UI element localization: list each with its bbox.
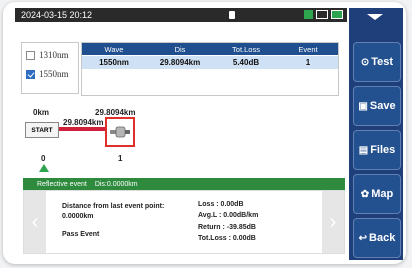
end-distance: 29.8094km bbox=[95, 108, 136, 117]
button-label: Test bbox=[371, 56, 394, 68]
wavelength-selector: 1310nm 1550nm bbox=[21, 42, 79, 94]
start-distance: 0km bbox=[33, 108, 50, 117]
fiber-length: 29.8094km bbox=[63, 118, 104, 127]
button-label: Files bbox=[370, 144, 396, 156]
table-cell: 1 bbox=[305, 58, 311, 67]
column-header: Tot.Loss bbox=[232, 44, 260, 54]
total-loss-value: Tot.Loss : 0.00dB bbox=[198, 235, 256, 242]
event-connector-box[interactable] bbox=[105, 117, 135, 147]
status-bar: 2024-03-15 20:12 bbox=[15, 8, 347, 22]
save-icon: ▣ bbox=[358, 100, 368, 112]
column-header: Wave bbox=[104, 44, 124, 54]
chevron-right-icon: › bbox=[329, 210, 337, 233]
dist-from-last-label: Distance from last event point: bbox=[62, 203, 165, 210]
table-cell: 5.40dB bbox=[232, 58, 260, 67]
event-distance: Dis:0.0000km bbox=[94, 180, 138, 188]
test-button[interactable]: ⊙ Test bbox=[353, 42, 401, 82]
button-label: Save bbox=[369, 100, 396, 112]
button-label: Map bbox=[371, 188, 394, 200]
column-header: Event bbox=[298, 44, 318, 54]
event-detail-panel: ‹ Distance from last event point: 0.0000… bbox=[23, 190, 345, 254]
event-status: Pass Event bbox=[62, 231, 100, 238]
event-info-bar: Reflective event Dis:0.0000km bbox=[23, 178, 345, 190]
start-marker: START bbox=[25, 122, 59, 138]
datetime: 2024-03-15 20:12 bbox=[21, 10, 93, 20]
wavelength-option-1550[interactable]: 1550nm bbox=[26, 69, 69, 79]
target-icon: ⊙ bbox=[360, 56, 370, 68]
button-label: Back bbox=[369, 232, 396, 244]
table-cell: 1550nm bbox=[99, 58, 129, 67]
files-icon: ▤ bbox=[358, 144, 369, 156]
event-index: 0 bbox=[41, 154, 46, 163]
battery-icon bbox=[304, 10, 343, 19]
wavelength-option-1310[interactable]: 1310nm bbox=[26, 50, 69, 60]
results-table: Wave Dis Tot.Loss Event 1550nm 29.8094km… bbox=[81, 42, 339, 96]
files-button[interactable]: ▤ Files bbox=[353, 130, 401, 170]
wavelength-label: 1310nm bbox=[39, 50, 69, 60]
column-header: Dis bbox=[174, 44, 186, 54]
table-cell: 29.8094km bbox=[159, 58, 201, 67]
loss-value: Loss : 0.00dB bbox=[198, 201, 244, 208]
return-loss-value: Return : -39.85dB bbox=[198, 224, 256, 231]
next-event-button[interactable]: › bbox=[322, 191, 344, 253]
wavelength-label: 1550nm bbox=[39, 69, 69, 79]
back-icon: ↩ bbox=[358, 232, 368, 244]
table-header: Wave Dis Tot.Loss Event bbox=[82, 43, 338, 55]
table-row[interactable]: 1550nm 29.8094km 5.40dB 1 bbox=[82, 56, 338, 69]
map-icon: ✿ bbox=[360, 188, 370, 200]
event-type: Reflective event bbox=[37, 180, 87, 188]
save-button[interactable]: ▣ Save bbox=[353, 86, 401, 126]
checkbox-1550[interactable] bbox=[26, 69, 35, 79]
otdr-screen: 2024-03-15 20:12 1310nm 1550nm Wave Dis … bbox=[3, 2, 406, 264]
sidebar: ⊙ Test ▣ Save ▤ Files ✿ Map ↩ Back bbox=[349, 8, 403, 260]
start-label: START bbox=[31, 126, 53, 134]
fiber-segment bbox=[59, 127, 105, 131]
back-button[interactable]: ↩ Back bbox=[353, 218, 401, 258]
event-index: 1 bbox=[118, 154, 123, 163]
connector-icon bbox=[110, 126, 130, 138]
chevron-left-icon: ‹ bbox=[31, 210, 39, 233]
dropdown-arrow-icon[interactable] bbox=[367, 14, 383, 20]
avg-loss-value: Avg.L : 0.00dB/km bbox=[198, 212, 259, 219]
cursor-marker-icon[interactable] bbox=[39, 164, 49, 172]
dist-from-last-value: 0.0000km bbox=[62, 213, 94, 220]
map-button[interactable]: ✿ Map bbox=[353, 174, 401, 214]
sd-card-icon bbox=[229, 11, 235, 19]
prev-event-button[interactable]: ‹ bbox=[24, 191, 46, 253]
checkbox-1310[interactable] bbox=[26, 50, 35, 60]
